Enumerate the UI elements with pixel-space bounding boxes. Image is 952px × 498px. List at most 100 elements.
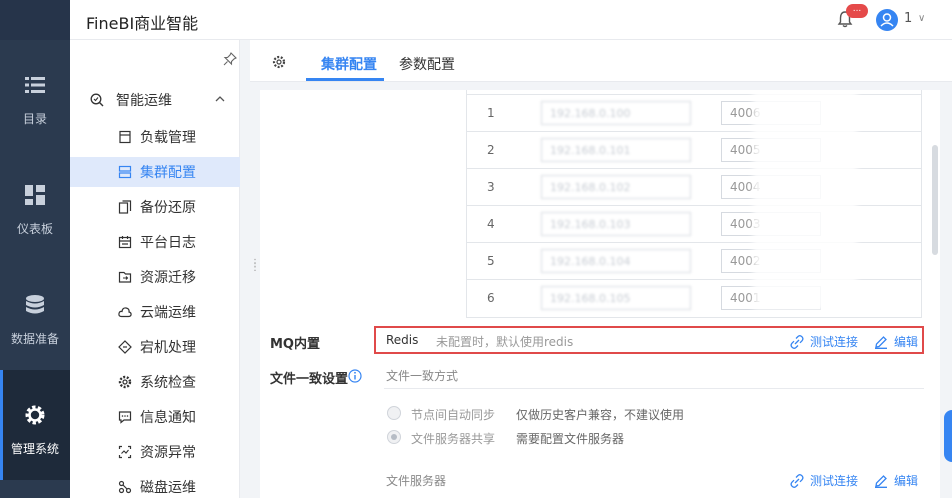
node-index: 1 (487, 106, 495, 120)
file-mode-caption: 文件一致方式 (386, 369, 459, 383)
node-ip-field[interactable]: 192.168.0.103 (541, 212, 691, 236)
link-icon (790, 473, 804, 488)
admin-submenu: 智能运维 负载管理 集群配置 备份还原 平台日志 资源迁移 云端运维 宕机处理 … (70, 40, 240, 498)
mq-value: Redis (386, 333, 419, 347)
submenu-item-resource-anomaly[interactable]: 资源异常 (70, 437, 240, 467)
radio-file-server[interactable] (387, 430, 401, 444)
user-name[interactable]: 1 (904, 11, 912, 26)
submenu-item-syscheck[interactable]: 系统检查 (70, 367, 240, 397)
edit-icon (875, 474, 887, 488)
submenu-item-label: 磁盘运维 (140, 480, 196, 496)
calendar-icon (118, 236, 132, 249)
backup-icon (118, 200, 132, 214)
tab-bar: 集群配置 参数配置 (250, 40, 952, 82)
top-header: FineBI商业智能 ... 1 ∨ (70, 0, 952, 40)
app-title: FineBI商业智能 (86, 14, 199, 33)
info-icon[interactable] (348, 369, 362, 383)
submenu-item-logs[interactable]: 平台日志 (70, 227, 240, 257)
message-icon (118, 411, 132, 424)
submenu-item-label: 资源异常 (140, 445, 196, 461)
resize-handle[interactable]: ⋮ ⋮ (250, 259, 260, 276)
nav-label: 仪表板 (16, 222, 53, 236)
privacy-blur (753, 90, 857, 310)
nav-item-dashboard[interactable]: 仪表板 (0, 150, 70, 260)
submenu-group-label: 智能运维 (116, 93, 172, 109)
node-index: 2 (487, 143, 495, 157)
cloud-icon (118, 307, 132, 318)
mq-hint: 未配置时，默认使用redis (436, 335, 574, 349)
file-server-test-connection-link[interactable]: 测试连接 (790, 472, 858, 489)
file-consistency-label: 文件一致设置 (270, 372, 349, 387)
radio-auto-sync-label: 节点间自动同步 (411, 408, 496, 422)
notification-badge: ... (846, 4, 868, 18)
nav-item-directory[interactable]: 目录 (0, 40, 70, 150)
edit-label: 编辑 (894, 335, 919, 349)
submenu-item-notify[interactable]: 信息通知 (70, 402, 240, 432)
submenu-item-cluster[interactable]: 集群配置 (70, 157, 240, 187)
submenu-item-label: 信息通知 (140, 410, 196, 426)
mq-edit-link[interactable]: 编辑 (874, 333, 918, 350)
node-ip-field[interactable]: 192.168.0.101 (541, 138, 691, 162)
floating-help-button[interactable] (944, 410, 952, 462)
radio-file-server-label: 文件服务器共享 (411, 432, 496, 446)
cluster-icon (118, 165, 132, 179)
migrate-icon (118, 271, 132, 283)
submenu-group-ops[interactable]: 智能运维 (70, 86, 240, 114)
gear-icon[interactable] (272, 55, 286, 69)
edit-label: 编辑 (894, 474, 919, 488)
downtime-icon (118, 340, 132, 354)
logo-area (0, 0, 70, 40)
avatar[interactable] (876, 9, 898, 31)
nav-label: 目录 (22, 112, 47, 126)
nav-item-data-prep[interactable]: 数据准备 (0, 260, 70, 370)
cluster-config-panel: 1 192.168.0.100 4006 2 192.168.0.101 400… (260, 90, 940, 498)
mq-test-connection-link[interactable]: 测试连接 (790, 333, 858, 350)
node-ip-field[interactable]: 192.168.0.100 (541, 101, 691, 125)
tab-param-config[interactable]: 参数配置 (399, 54, 455, 74)
submenu-item-disk[interactable]: 磁盘运维 (70, 472, 240, 498)
disk-icon (118, 480, 132, 494)
divider (384, 388, 924, 389)
radio-auto-sync[interactable] (387, 406, 401, 420)
submenu-item-downtime[interactable]: 宕机处理 (70, 332, 240, 362)
node-index: 4 (487, 217, 495, 231)
submenu-item-label: 集群配置 (140, 165, 196, 181)
mq-label: MQ内置 (270, 337, 320, 352)
edit-icon (875, 335, 887, 349)
pin-icon[interactable] (223, 52, 237, 66)
main-nav: 目录 仪表板 数据准备 管理系统 (0, 0, 70, 498)
submenu-item-label: 备份还原 (140, 200, 196, 216)
submenu-item-label: 资源迁移 (140, 270, 196, 286)
test-connection-label: 测试连接 (810, 335, 859, 349)
chevron-down-icon[interactable]: ∨ (918, 13, 925, 24)
gear-icon (24, 404, 46, 426)
node-ip-field[interactable]: 192.168.0.105 (541, 286, 691, 310)
submenu-item-label: 系统检查 (140, 375, 196, 391)
submenu-item-migrate[interactable]: 资源迁移 (70, 262, 240, 292)
radio-auto-sync-desc: 仅做历史客户兼容，不建议使用 (516, 408, 685, 422)
nav-item-admin[interactable]: 管理系统 (0, 370, 70, 480)
submenu-item-label: 宕机处理 (140, 340, 196, 356)
submenu-item-load[interactable]: 负载管理 (70, 122, 240, 152)
node-ip-field[interactable]: 192.168.0.104 (541, 249, 691, 273)
file-server-caption: 文件服务器 (386, 474, 447, 488)
node-index: 5 (487, 254, 495, 268)
nav-label: 数据准备 (10, 332, 59, 346)
radio-file-server-desc: 需要配置文件服务器 (516, 432, 625, 446)
nav-label: 管理系统 (10, 442, 59, 456)
submenu-item-label: 云端运维 (140, 305, 196, 321)
cluster-nodes-table: 1 192.168.0.100 4006 2 192.168.0.101 400… (466, 90, 922, 318)
submenu-item-backup[interactable]: 备份还原 (70, 192, 240, 222)
submenu-item-cloud[interactable]: 云端运维 (70, 297, 240, 327)
tab-cluster-config[interactable]: 集群配置 (321, 54, 377, 74)
link-icon (790, 334, 804, 349)
database-icon (24, 294, 46, 316)
scrollbar[interactable] (932, 145, 938, 255)
node-index: 6 (487, 291, 495, 305)
file-server-edit-link[interactable]: 编辑 (874, 472, 918, 489)
node-index: 3 (487, 180, 495, 194)
node-ip-field[interactable]: 192.168.0.102 (541, 175, 691, 199)
anomaly-icon (118, 445, 132, 459)
load-icon (119, 130, 131, 144)
submenu-item-label: 平台日志 (140, 235, 196, 251)
